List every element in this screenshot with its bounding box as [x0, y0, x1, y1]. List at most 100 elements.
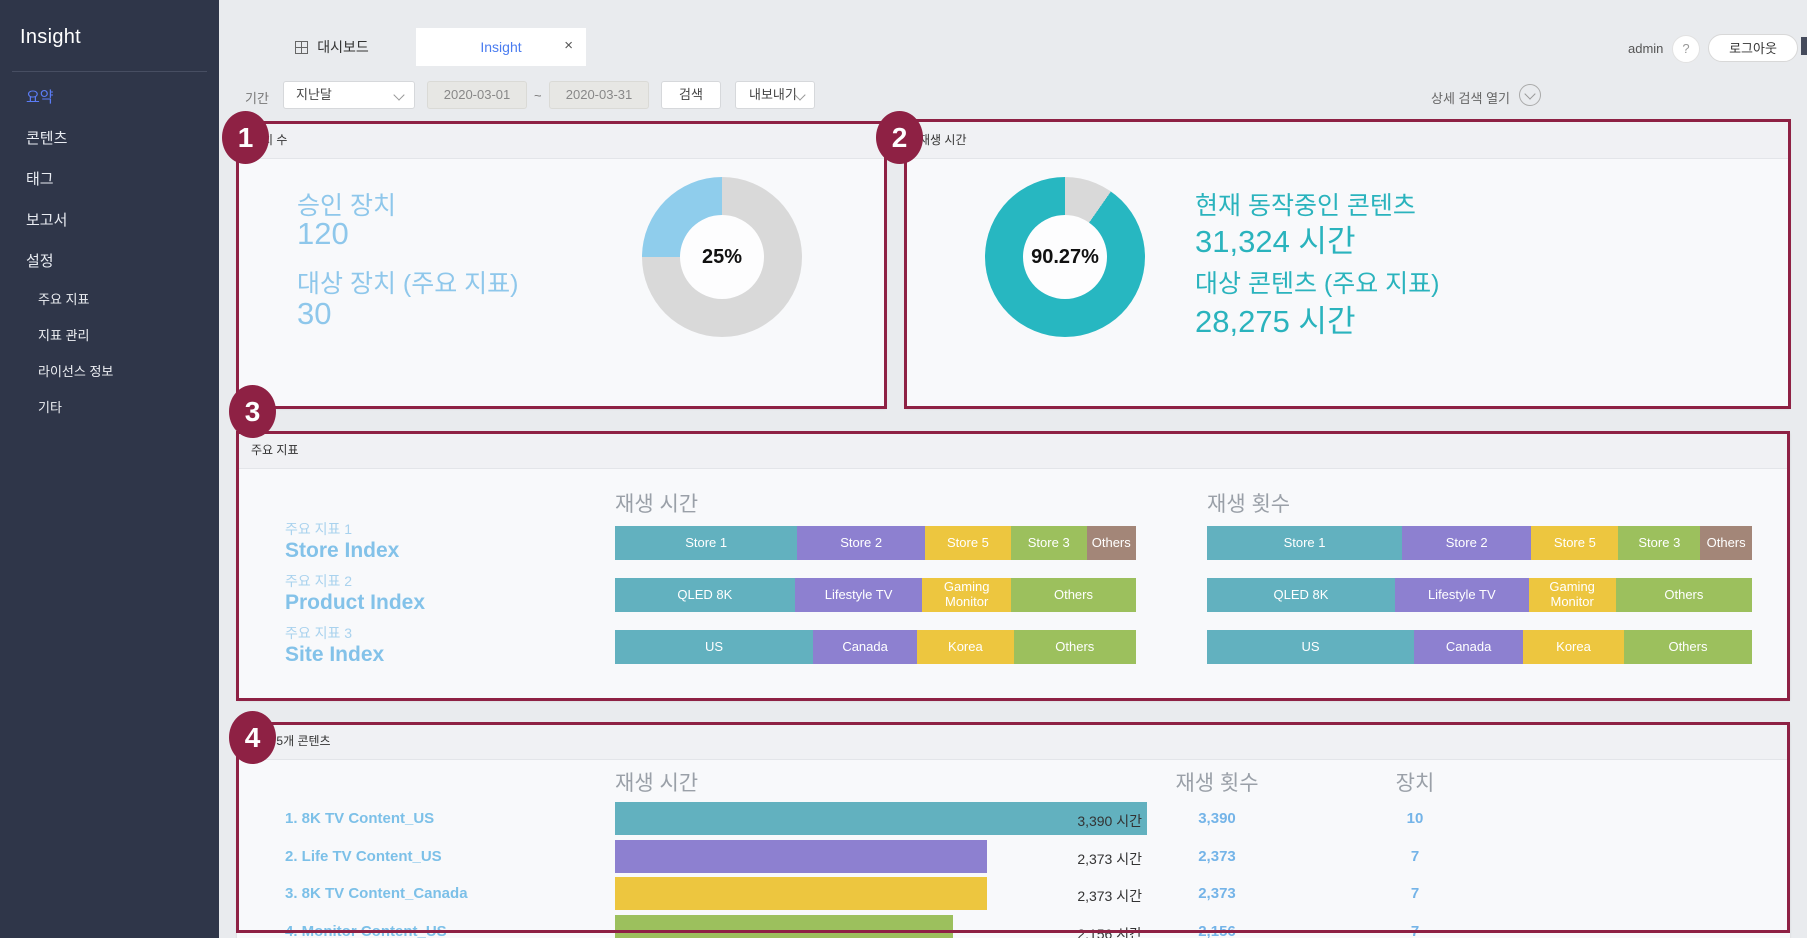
date-from-field[interactable]: 2020-03-01 [427, 81, 527, 109]
content-playcount-value: 2,156 [1137, 923, 1297, 938]
bar-segment: Others [1624, 630, 1752, 664]
sidebar-divider [12, 71, 207, 72]
bar-segment: Store 1 [615, 526, 797, 560]
help-button[interactable]: ? [1672, 35, 1700, 63]
content-name-link[interactable]: 1. 8K TV Content_US [285, 810, 434, 827]
stacked-bar-playtime: QLED 8KLifestyle TVGaming MonitorOthers [615, 578, 1136, 612]
content-devices-value: 7 [1355, 848, 1475, 865]
metric-tag: 주요 지표 3 [285, 623, 384, 643]
bar-segment: Store 2 [797, 526, 925, 560]
close-icon[interactable]: × [564, 37, 573, 54]
export-button[interactable]: 내보내기 [735, 81, 815, 109]
cutoff-corner-icon [1801, 37, 1807, 55]
top-col-playtime: 재생 시간 [615, 767, 698, 797]
sidebar-subitem-지표 관리[interactable]: 지표 관리 [0, 317, 219, 353]
stacked-bar-playcount: QLED 8KLifestyle TVGaming MonitorOthers [1207, 578, 1752, 612]
bar-segment: Korea [1523, 630, 1624, 664]
content-row: 2. Life TV Content_US2,373 시간2,3737 [237, 840, 1790, 873]
bar-segment: QLED 8K [1207, 578, 1395, 612]
sidebar-subitem-라이선스 정보[interactable]: 라이선스 정보 [0, 353, 219, 389]
stacked-bar-playtime: Store 1Store 2Store 5Store 3Others [615, 526, 1136, 560]
content-name-link[interactable]: 3. 8K TV Content_Canada [285, 885, 468, 902]
bar-segment: US [1207, 630, 1414, 664]
current-content-value: 31,324 시간 [1195, 216, 1355, 261]
period-select[interactable]: 지난달 [283, 81, 415, 109]
content-devices-value: 7 [1355, 885, 1475, 902]
advanced-search-toggle[interactable]: 상세 검색 열기 [1398, 88, 1510, 107]
panel-device-count: 장치 수 승인 장치 120 대상 장치 (주요 지표) 30 25% [237, 122, 886, 408]
bar-segment: QLED 8K [615, 578, 795, 612]
panel-play-time-title: 재생 시간 [905, 122, 1790, 159]
content-playcount-value: 3,390 [1137, 810, 1297, 827]
sidebar: Insight 요약콘텐츠태그보고서설정주요 지표지표 관리라이선스 정보기타 [0, 0, 219, 938]
bar-segment: Canada [1414, 630, 1523, 664]
metric-label: 주요 지표 2Product Index [285, 571, 425, 615]
metric-row: 주요 지표 3Site IndexUSCanadaKoreaOthersUSCa… [237, 630, 1790, 664]
content-row: 1. 8K TV Content_US3,390 시간3,39010 [237, 802, 1790, 835]
stacked-bar-playcount: Store 1Store 2Store 5Store 3Others [1207, 526, 1752, 560]
sidebar-item-보고서[interactable]: 보고서 [0, 199, 219, 240]
content-row: 4. Monitor Content_US2,156 시간2,1567 [237, 915, 1790, 938]
approved-devices-value: 120 [297, 216, 349, 252]
content-time-value: 2,373 시간 [615, 886, 1142, 906]
bar-segment: Korea [917, 630, 1013, 664]
target-devices-label: 대상 장치 (주요 지표) [297, 264, 519, 300]
metric-tag: 주요 지표 2 [285, 571, 425, 591]
sidebar-item-요약[interactable]: 요약 [0, 76, 219, 117]
content-name-link[interactable]: 4. Monitor Content_US [285, 923, 447, 938]
metric-row: 주요 지표 1Store IndexStore 1Store 2Store 5S… [237, 526, 1790, 560]
date-range-tilde: ~ [534, 88, 542, 103]
metric-label: 주요 지표 1Store Index [285, 519, 399, 563]
sidebar-subitem-기타[interactable]: 기타 [0, 389, 219, 425]
tab-dashboard-label: 대시보드 [317, 37, 369, 57]
target-content-value: 28,275 시간 [1195, 296, 1355, 341]
content-devices-value: 10 [1355, 810, 1475, 827]
bar-segment: Others [1700, 526, 1752, 560]
bar-segment: Store 1 [1207, 526, 1402, 560]
panel-top-contents: 상위 5개 콘텐츠 재생 시간 재생 횟수 장치 1. 8K TV Conten… [237, 723, 1790, 938]
period-label: 기간 [245, 88, 269, 107]
sidebar-item-태그[interactable]: 태그 [0, 158, 219, 199]
app-title: Insight [20, 26, 219, 49]
playtime-donut: 90.27% [985, 177, 1145, 337]
date-to-field[interactable]: 2020-03-31 [549, 81, 649, 109]
panel-key-metrics-title: 주요 지표 [237, 432, 1790, 469]
tab-insight[interactable]: Insight × [416, 28, 586, 66]
username-label: admin [1628, 41, 1663, 56]
panel-key-metrics: 주요 지표 재생 시간 재생 횟수 주요 지표 1Store IndexStor… [237, 432, 1790, 700]
bar-segment: Store 3 [1618, 526, 1700, 560]
content-devices-value: 7 [1355, 923, 1475, 938]
target-devices-value: 30 [297, 296, 331, 332]
top-col-devices: 장치 [1355, 767, 1475, 797]
search-button[interactable]: 검색 [661, 81, 721, 109]
metrics-col-playtime: 재생 시간 [615, 488, 698, 518]
metric-name: Product Index [285, 591, 425, 615]
sidebar-item-설정[interactable]: 설정 [0, 240, 219, 281]
dashboard-grid-icon [295, 41, 308, 54]
content-name-link[interactable]: 2. Life TV Content_US [285, 848, 442, 865]
bar-segment: Others [1616, 578, 1752, 612]
devices-donut: 25% [642, 177, 802, 337]
bar-segment: Lifestyle TV [795, 578, 923, 612]
chevron-down-icon [393, 89, 404, 100]
playtime-donut-percentage: 90.27% [1023, 215, 1107, 299]
bar-segment: Store 5 [1531, 526, 1618, 560]
content-row: 3. 8K TV Content_Canada2,373 시간2,3737 [237, 877, 1790, 910]
sidebar-item-콘텐츠[interactable]: 콘텐츠 [0, 117, 219, 158]
stacked-bar-playtime: USCanadaKoreaOthers [615, 630, 1136, 664]
metric-name: Site Index [285, 643, 384, 667]
bar-segment: Others [1011, 578, 1136, 612]
content-playcount-value: 2,373 [1137, 848, 1297, 865]
metric-tag: 주요 지표 1 [285, 519, 399, 539]
metric-row: 주요 지표 2Product IndexQLED 8KLifestyle TVG… [237, 578, 1790, 612]
chevron-down-icon [1524, 88, 1535, 99]
advanced-search-chevron-icon[interactable] [1519, 84, 1541, 106]
stacked-bar-playcount: USCanadaKoreaOthers [1207, 630, 1752, 664]
sidebar-subitem-주요 지표[interactable]: 주요 지표 [0, 281, 219, 317]
devices-donut-percentage: 25% [680, 215, 764, 299]
tab-dashboard[interactable]: 대시보드 [248, 28, 416, 66]
logout-button[interactable]: 로그아웃 [1708, 34, 1798, 62]
top-col-playcount: 재생 횟수 [1137, 767, 1297, 797]
bar-segment: Others [1087, 526, 1137, 560]
bar-segment: Store 3 [1011, 526, 1087, 560]
